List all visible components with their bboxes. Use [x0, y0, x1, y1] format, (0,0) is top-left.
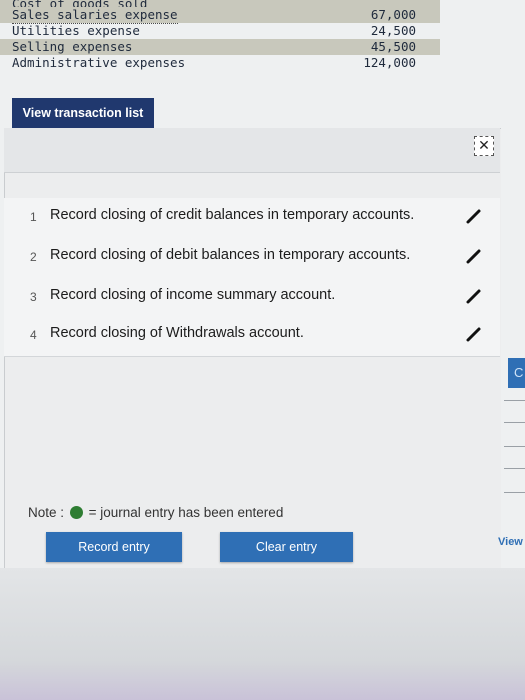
ledger-account-name: Sales salaries expense: [12, 7, 178, 24]
task-number: 4: [30, 328, 37, 342]
task-number: 3: [30, 290, 37, 304]
divider: [504, 468, 525, 469]
task-text: Record closing of income summary account…: [50, 287, 336, 303]
ledger-table: Cost of goods sold Sales salaries expens…: [0, 0, 440, 71]
task-text: Record closing of debit balances in temp…: [50, 247, 411, 263]
divider: [504, 400, 525, 401]
ledger-row-sales-salaries: Sales salaries expense 67,000: [0, 7, 440, 24]
divider: [504, 446, 525, 447]
page-bottom-area: [0, 568, 525, 700]
task-text: Record closing of credit balances in tem…: [50, 207, 415, 223]
panel-header-strip: [4, 128, 500, 173]
ledger-account-name: Selling expenses: [12, 39, 133, 54]
side-button-c[interactable]: C: [508, 358, 525, 388]
divider: [504, 492, 525, 493]
ledger-amount: 45,500: [370, 39, 416, 54]
task-text: Record closing of Withdrawals account.: [50, 325, 304, 341]
task-row-1[interactable]: 1 Record closing of credit balances in t…: [4, 198, 500, 239]
close-icon[interactable]: ✕: [474, 136, 494, 156]
ledger-row-utilities: Utilities expense 24,500: [0, 23, 440, 39]
ledger-row-administrative: Administrative expenses 124,000: [0, 55, 440, 71]
pencil-icon[interactable]: [464, 206, 484, 226]
ledger-row-cost-of-goods-sold: Cost of goods sold: [0, 0, 440, 7]
ledger-account-name: Administrative expenses: [12, 55, 186, 70]
note-prefix: Note :: [28, 505, 65, 520]
task-number: 2: [30, 250, 37, 264]
ledger-account-name: Cost of goods sold: [12, 0, 147, 7]
task-row-2[interactable]: 2 Record closing of debit balances in te…: [4, 238, 500, 279]
view-button[interactable]: View: [498, 530, 525, 554]
task-row-3[interactable]: 3 Record closing of income summary accou…: [4, 278, 500, 319]
ledger-amount: 67,000: [370, 7, 416, 22]
entered-dot-icon: [69, 506, 83, 519]
clear-entry-button[interactable]: Clear entry: [220, 532, 353, 562]
record-entry-button[interactable]: Record entry: [46, 532, 182, 562]
ledger-amount: 124,000: [363, 55, 416, 70]
pencil-icon[interactable]: [464, 246, 484, 266]
task-number: 1: [30, 210, 37, 224]
note-suffix: = journal entry has been entered: [88, 505, 284, 520]
ledger-amount: 24,500: [370, 23, 416, 38]
ledger-row-selling-expenses: Selling expenses 45,500: [0, 39, 440, 55]
divider: [504, 422, 525, 423]
right-side-panel: C: [500, 350, 525, 520]
legend-note: Note : = journal entry has been entered: [28, 505, 283, 520]
pencil-icon[interactable]: [464, 286, 484, 306]
pencil-icon[interactable]: [464, 324, 484, 344]
ledger-account-name: Utilities expense: [12, 23, 140, 38]
task-row-4[interactable]: 4 Record closing of Withdrawals account.: [4, 316, 500, 357]
view-transaction-list-tab[interactable]: View transaction list: [12, 98, 154, 128]
